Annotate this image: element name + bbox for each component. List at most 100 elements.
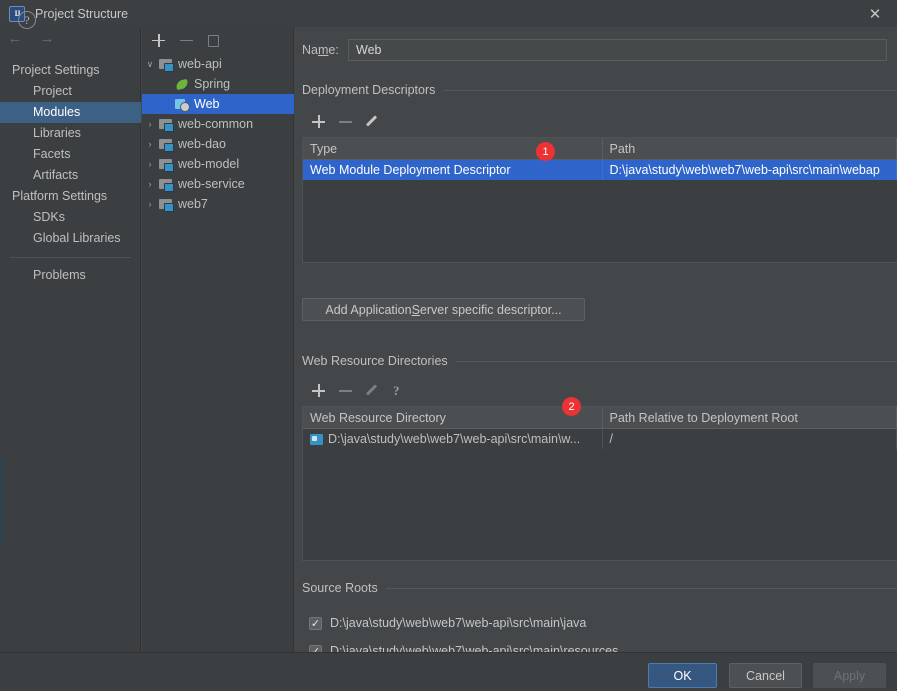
- add-module-plus-icon[interactable]: [152, 33, 166, 48]
- module-icon: [158, 56, 174, 72]
- title-bar: IJ Project Structure ✕: [0, 0, 897, 27]
- cell-relative-path: /: [603, 429, 897, 449]
- column-header-web-resource-directory[interactable]: Web Resource Directory: [303, 407, 603, 428]
- navigation-arrows: ← →: [6, 30, 56, 47]
- source-roots-header: Source Roots: [302, 581, 897, 595]
- tree-row-web-api[interactable]: ∨ web-api: [142, 54, 294, 74]
- module-name-input[interactable]: [348, 39, 887, 61]
- add-web-resource-plus-icon[interactable]: [312, 384, 326, 398]
- web-resource-directories-header: Web Resource Directories: [302, 354, 897, 368]
- name-row: Name:: [302, 39, 887, 61]
- twisty-collapsed-icon[interactable]: ›: [142, 139, 158, 149]
- sidebar-item-global-libraries[interactable]: Global Libraries: [0, 228, 141, 249]
- tree-row-spring[interactable]: · Spring: [142, 74, 294, 94]
- sidebar-item-modules[interactable]: Modules: [0, 102, 141, 123]
- twisty-placeholder: ·: [158, 99, 174, 109]
- twisty-collapsed-icon[interactable]: ›: [142, 119, 158, 129]
- deployment-descriptors-title: Deployment Descriptors: [302, 83, 436, 97]
- annotation-badge-1: 1: [536, 142, 555, 161]
- module-icon: [158, 176, 174, 192]
- cell-text: D:\java\study\web\web7\web-api\src\main\…: [328, 432, 581, 446]
- window-title: Project Structure: [35, 6, 129, 21]
- sidebar-item-facets[interactable]: Facets: [0, 144, 141, 165]
- name-label: Name:: [302, 43, 339, 57]
- tree-row-web-service[interactable]: › web-service: [142, 174, 294, 194]
- btn-mnemonic: S: [411, 302, 420, 317]
- edit-descriptor-pencil-icon[interactable]: [366, 115, 380, 129]
- project-structure-dialog: IJ Project Structure ✕ ← → Project Setti…: [0, 0, 897, 691]
- twisty-collapsed-icon[interactable]: ›: [142, 179, 158, 189]
- btn-text-before: Add Application: [325, 302, 412, 317]
- sidebar-item-project[interactable]: Project: [0, 81, 141, 102]
- help-icon[interactable]: ?: [393, 384, 400, 398]
- copy-module-icon[interactable]: [208, 34, 219, 47]
- remove-web-resource-minus-icon[interactable]: [339, 384, 353, 398]
- back-arrow-icon[interactable]: ←: [6, 30, 24, 47]
- web-resource-directories-toolbar: ?: [302, 380, 400, 402]
- modules-tree-list: ∨ web-api · Spring · Web › web-common ›: [142, 54, 294, 214]
- ok-button[interactable]: OK: [648, 663, 717, 688]
- sidebar-item-problems[interactable]: Problems: [0, 265, 141, 286]
- web-resource-directories-table: Web Resource Directory Path Relative to …: [302, 406, 897, 561]
- web-facet-icon: [174, 96, 190, 112]
- source-root-item-java[interactable]: ✓ D:\java\study\web\web7\web-api\src\mai…: [309, 616, 586, 630]
- settings-sidebar: ← → Project Settings Project Modules Lib…: [0, 27, 141, 652]
- module-icon: [158, 196, 174, 212]
- table-row[interactable]: Web Module Deployment Descriptor D:\java…: [303, 160, 897, 180]
- header-rule: [443, 89, 897, 91]
- tree-row-web[interactable]: · Web: [142, 94, 294, 114]
- tree-item-label: web-dao: [178, 137, 226, 151]
- table-header-row: Type Path: [303, 138, 897, 160]
- cell-descriptor-type: Web Module Deployment Descriptor: [303, 160, 603, 180]
- twisty-collapsed-icon[interactable]: ›: [142, 199, 158, 209]
- apply-button[interactable]: Apply: [813, 663, 886, 688]
- modules-tree-panel: ∨ web-api · Spring · Web › web-common ›: [142, 27, 294, 652]
- add-descriptor-plus-icon[interactable]: [312, 115, 326, 129]
- close-icon[interactable]: ✕: [853, 0, 897, 27]
- header-rule: [385, 587, 897, 589]
- sidebar-scroll-indicator[interactable]: [0, 457, 3, 547]
- tree-row-web-model[interactable]: › web-model: [142, 154, 294, 174]
- header-rule: [455, 360, 897, 362]
- forward-arrow-icon[interactable]: →: [38, 30, 56, 47]
- module-icon: [158, 136, 174, 152]
- cancel-button[interactable]: Cancel: [729, 663, 802, 688]
- tree-item-label: web-api: [178, 57, 222, 71]
- deployment-descriptors-toolbar: [302, 111, 380, 133]
- tree-item-label: web-service: [178, 177, 245, 191]
- checkbox-source-root-java[interactable]: ✓: [309, 616, 322, 630]
- source-roots-title: Source Roots: [302, 581, 378, 595]
- add-application-server-descriptor-button[interactable]: Add Application Server specific descript…: [302, 298, 585, 321]
- tree-item-label: web-model: [178, 157, 240, 171]
- deployment-descriptors-header: Deployment Descriptors: [302, 83, 897, 97]
- twisty-expanded-icon[interactable]: ∨: [142, 59, 158, 70]
- web-resource-directories-title: Web Resource Directories: [302, 354, 448, 368]
- btn-text-after: erver specific descriptor...: [419, 302, 562, 317]
- folder-icon: [310, 433, 323, 445]
- sidebar-item-artifacts[interactable]: Artifacts: [0, 165, 141, 186]
- tree-item-label: Web: [194, 97, 220, 111]
- sidebar-list: Project Settings Project Modules Librari…: [0, 60, 141, 286]
- twisty-placeholder: ·: [158, 79, 174, 89]
- modules-tree-toolbar: [142, 27, 294, 54]
- sidebar-item-libraries[interactable]: Libraries: [0, 123, 141, 144]
- tree-row-web-dao[interactable]: › web-dao: [142, 134, 294, 154]
- help-button[interactable]: ?: [18, 11, 36, 29]
- edit-web-resource-pencil-icon[interactable]: [366, 384, 380, 398]
- table-row[interactable]: D:\java\study\web\web7\web-api\src\main\…: [303, 429, 897, 449]
- cell-web-resource-directory: D:\java\study\web\web7\web-api\src\main\…: [303, 429, 603, 449]
- sidebar-divider: [10, 257, 131, 258]
- sidebar-item-sdks[interactable]: SDKs: [0, 207, 141, 228]
- remove-module-minus-icon[interactable]: [180, 34, 194, 48]
- sidebar-group-platform-settings: Platform Settings: [12, 189, 108, 203]
- module-icon: [158, 116, 174, 132]
- tree-row-web7[interactable]: › web7: [142, 194, 294, 214]
- tree-row-web-common[interactable]: › web-common: [142, 114, 294, 134]
- column-header-path[interactable]: Path: [603, 138, 897, 159]
- table-header-row: Web Resource Directory Path Relative to …: [303, 407, 897, 429]
- column-header-type[interactable]: Type: [303, 138, 603, 159]
- column-header-path-relative[interactable]: Path Relative to Deployment Root: [603, 407, 897, 428]
- twisty-collapsed-icon[interactable]: ›: [142, 159, 158, 169]
- source-root-path: D:\java\study\web\web7\web-api\src\main\…: [330, 616, 587, 630]
- remove-descriptor-minus-icon[interactable]: [339, 115, 353, 129]
